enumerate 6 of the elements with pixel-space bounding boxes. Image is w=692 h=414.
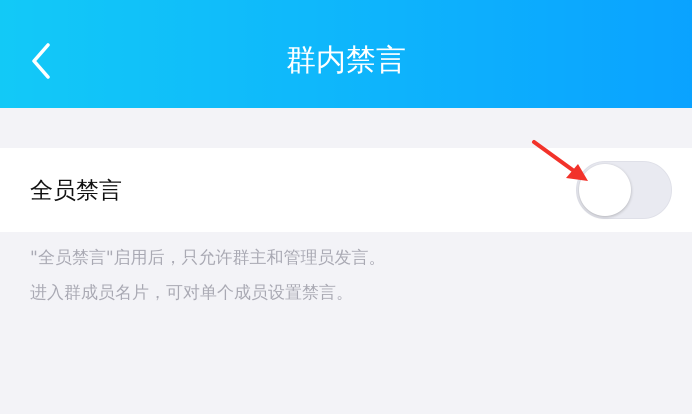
setting-label: 全员禁言	[30, 176, 122, 206]
hint-text: "全员禁言"启用后，只允许群主和管理员发言。	[30, 248, 386, 268]
hint-text: 进入群成员名片，可对单个成员设置禁言。	[30, 283, 353, 303]
screen-title: 群内禁言	[286, 42, 406, 80]
toggle-switch[interactable]	[576, 161, 672, 219]
back-icon[interactable]	[30, 42, 52, 80]
